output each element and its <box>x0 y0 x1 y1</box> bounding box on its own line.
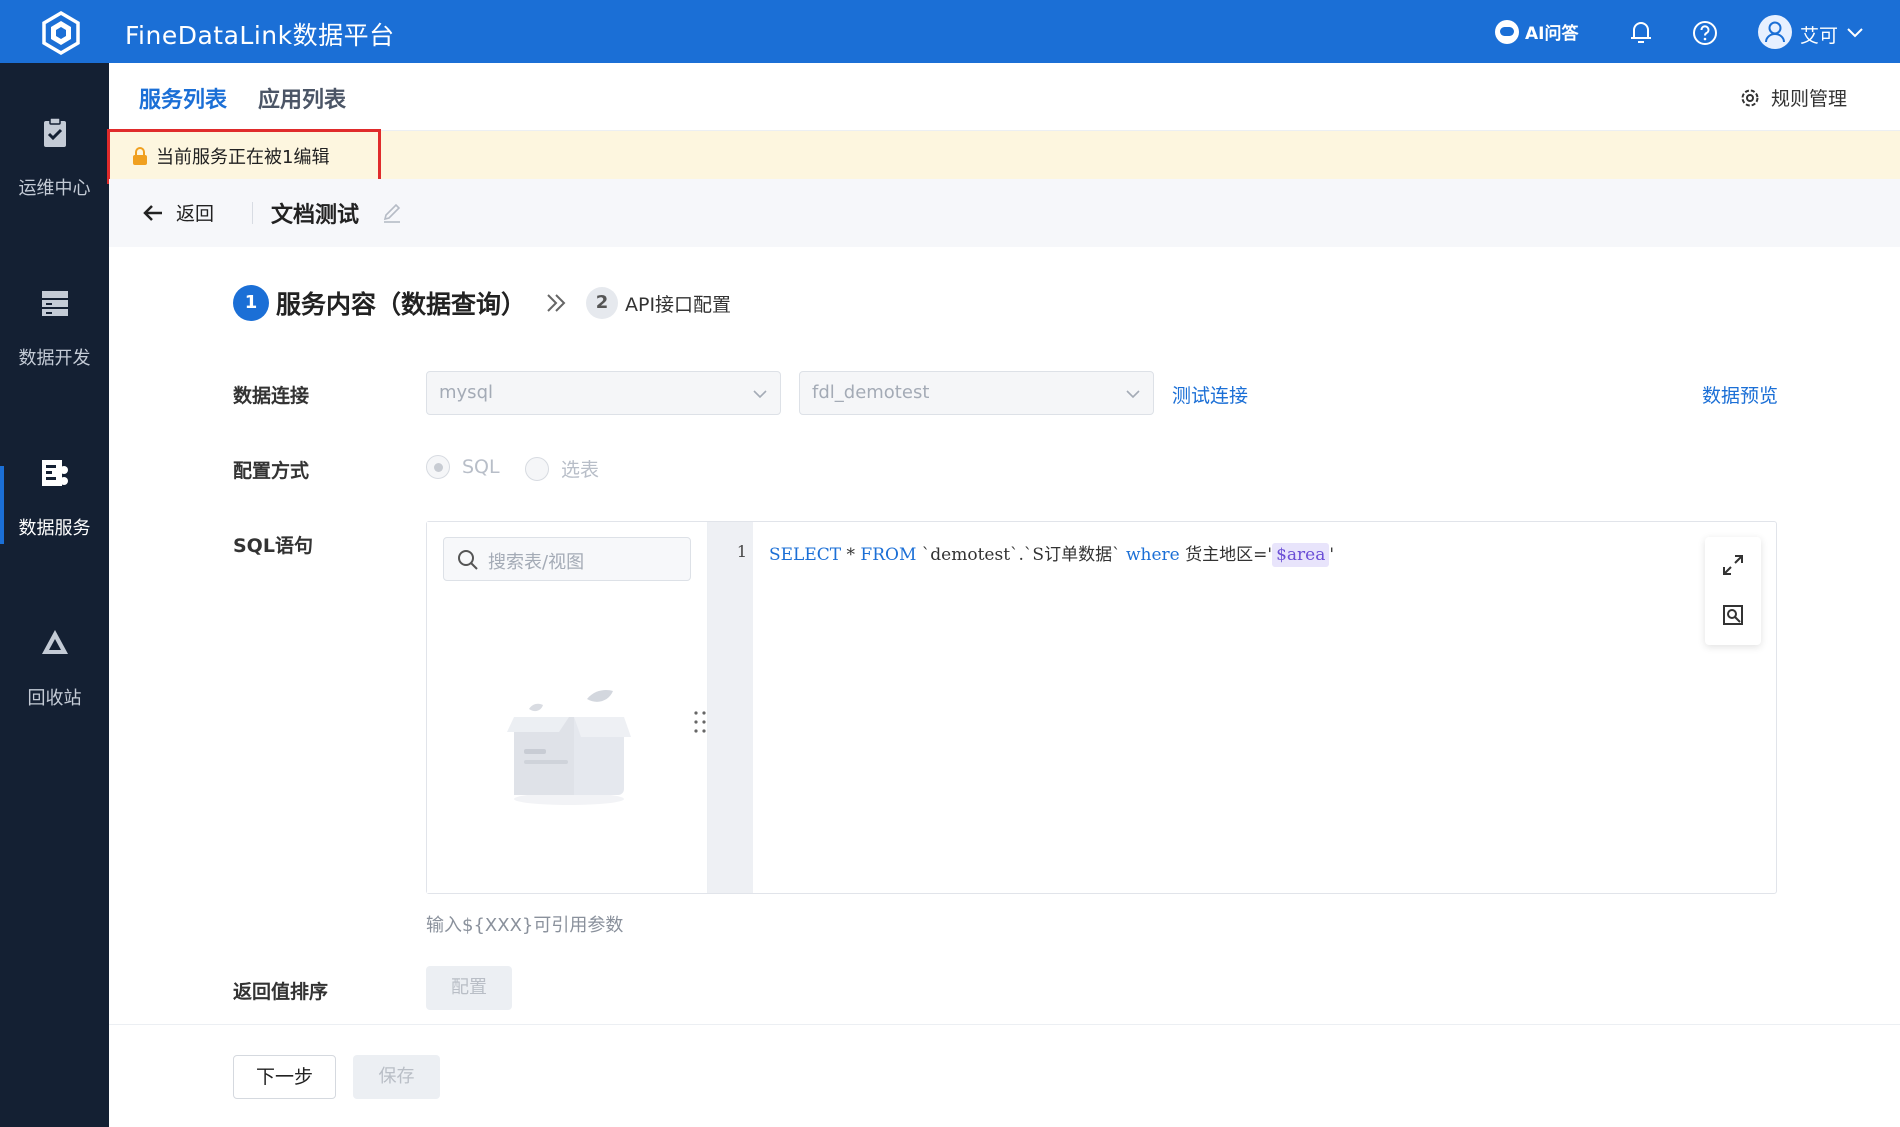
fdl-logo-icon <box>42 10 80 56</box>
clipboard-check-icon <box>43 117 66 147</box>
back-button[interactable]: 返回 <box>142 199 214 226</box>
sort-config-button[interactable]: 配置 <box>426 966 512 1010</box>
chevron-down-icon <box>753 390 767 399</box>
double-chevron-right-icon <box>547 294 566 312</box>
edit-icon[interactable] <box>380 201 404 225</box>
connection-type-select[interactable]: mysql <box>426 371 781 415</box>
config-method-label: 配置方式 <box>233 460 310 482</box>
radio-dot <box>525 456 549 481</box>
table-search-input[interactable]: 搜索表/视图 <box>443 537 691 581</box>
avatar[interactable] <box>1758 15 1792 49</box>
data-preview-link[interactable]: 数据预览 <box>1702 381 1778 408</box>
ai-robot-icon <box>1495 19 1519 44</box>
step-2-number: 2 <box>586 287 618 319</box>
sidebar-item-data-dev[interactable]: 数据开发 <box>0 286 109 406</box>
database-select[interactable]: fdl_demotest <box>799 371 1154 415</box>
sub-header <box>109 179 1900 247</box>
sql-keyword: where <box>1125 545 1180 565</box>
radio-dot <box>426 455 450 479</box>
connection-label: 数据连接 <box>233 385 310 407</box>
ai-qa-label: AI问答 <box>1525 24 1579 44</box>
sidebar-item-recycle[interactable]: 回收站 <box>0 626 109 746</box>
doc-title: 文档测试 <box>271 203 360 228</box>
sidebar: 运维中心 数据开发 数据服务 回收站 <box>0 63 109 1127</box>
app-title: FineDataLink数据平台 <box>125 21 395 50</box>
sidebar-item-label: 数据开发 <box>18 348 91 369</box>
sql-parameter: $area <box>1272 543 1330 567</box>
sidebar-item-label: 回收站 <box>27 688 82 709</box>
sql-text: ' <box>1329 545 1335 565</box>
next-step-button[interactable]: 下一步 <box>233 1055 336 1099</box>
format-icon[interactable] <box>1721 603 1745 627</box>
top-bar: FineDataLink数据平台 AI问答 艾可 <box>0 0 1900 63</box>
radio-select-table-label: 选表 <box>561 459 600 481</box>
tab-app-list[interactable]: 应用列表 <box>258 82 346 114</box>
help-icon[interactable] <box>1692 20 1718 46</box>
rule-management-button[interactable]: 规则管理 <box>1739 84 1847 111</box>
ai-qa-button[interactable]: AI问答 <box>1495 19 1578 44</box>
sql-text: `demotest`.`S订单数据` <box>916 545 1126 565</box>
back-label: 返回 <box>176 203 215 225</box>
chevron-down-icon[interactable] <box>1846 23 1864 41</box>
step-1-number: 1 <box>233 285 269 321</box>
data-service-icon <box>41 460 68 486</box>
database-value: fdl_demotest <box>812 382 930 403</box>
recycle-icon <box>41 630 68 654</box>
sql-code-line[interactable]: SELECT * FROM `demotest`.`S订单数据` where 货… <box>769 540 1335 567</box>
sql-keyword: FROM <box>860 545 917 565</box>
param-hint: 输入${XXX}可引用参数 <box>426 915 624 936</box>
editor-toolbar <box>1705 537 1761 645</box>
sidebar-item-ops-center[interactable]: 运维中心 <box>0 116 109 236</box>
sql-text: 货主地区=' <box>1179 545 1273 565</box>
radio-select-table[interactable]: 选表 <box>525 455 599 482</box>
table-browser: 搜索表/视图 <box>427 522 708 893</box>
divider <box>252 202 253 224</box>
search-placeholder: 搜索表/视图 <box>488 552 585 573</box>
radio-sql-label: SQL <box>462 456 500 478</box>
tab-bar: 服务列表 应用列表 规则管理 <box>109 63 1900 131</box>
highlight-box <box>107 129 381 184</box>
gear-icon <box>1741 89 1759 106</box>
line-number: 1 <box>736 542 747 561</box>
sidebar-item-label: 运维中心 <box>18 178 91 199</box>
search-icon <box>458 550 478 570</box>
sort-label: 返回值排序 <box>233 981 329 1003</box>
sql-text: * <box>841 545 861 565</box>
arrow-left-icon <box>143 204 162 221</box>
sql-keyword: SELECT <box>769 545 842 565</box>
radio-sql[interactable]: SQL <box>426 455 500 479</box>
connection-type-value: mysql <box>439 382 493 403</box>
user-name[interactable]: 艾可 <box>1800 21 1838 48</box>
empty-box-illustration <box>507 689 631 805</box>
user-icon <box>1765 21 1785 43</box>
line-number-gutter: 1 <box>708 522 753 893</box>
step-1-label[interactable]: 服务内容（数据查询） <box>276 285 526 321</box>
save-button[interactable]: 保存 <box>353 1055 440 1099</box>
chevron-down-icon <box>1126 390 1140 399</box>
sidebar-item-data-service[interactable]: 数据服务 <box>0 456 109 576</box>
sidebar-item-label: 数据服务 <box>18 518 91 539</box>
sql-label: SQL语句 <box>233 535 313 557</box>
sql-editor: 搜索表/视图 1 SELECT * FROM `demotest`.`S订单数据… <box>426 521 1777 894</box>
test-connection-link[interactable]: 测试连接 <box>1172 381 1248 408</box>
rule-management-label: 规则管理 <box>1771 88 1848 110</box>
bell-icon[interactable] <box>1628 18 1654 46</box>
drag-handle-icon[interactable] <box>693 709 707 735</box>
step-2-label[interactable]: API接口配置 <box>625 290 731 317</box>
server-icon <box>41 291 68 316</box>
tab-service-list[interactable]: 服务列表 <box>139 82 227 114</box>
expand-icon[interactable] <box>1721 553 1745 577</box>
